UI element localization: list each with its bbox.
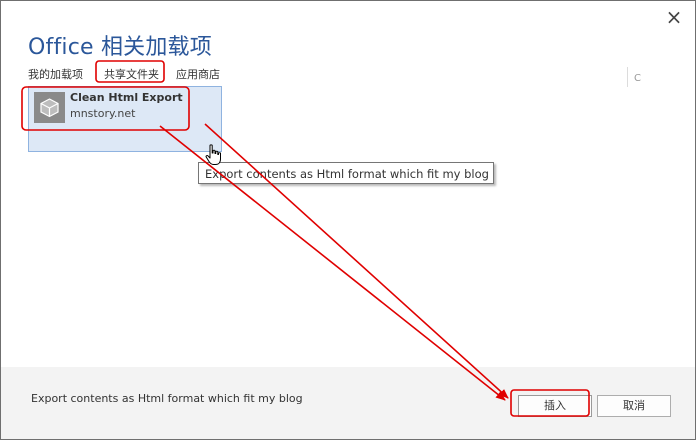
tab-shared-folder[interactable]: 共享文件夹 bbox=[104, 66, 159, 82]
addin-description: Export contents as Html format which fit… bbox=[31, 392, 303, 405]
addin-publisher: mnstory.net bbox=[70, 107, 136, 120]
close-icon[interactable]: × bbox=[664, 7, 684, 27]
office-addins-dialog: Office 相关加载项 × 我的加载项 共享文件夹 应用商店 C Clean … bbox=[0, 0, 696, 440]
sidebar-divider bbox=[627, 67, 628, 87]
addin-tile-clean-html-export[interactable]: Clean Html Export mnstory.net bbox=[28, 86, 222, 152]
add-in-package-icon bbox=[34, 92, 65, 123]
sidebar-fragment-text: C bbox=[634, 73, 641, 84]
addin-tooltip: Export contents as Html format which fit… bbox=[198, 162, 494, 184]
tab-store[interactable]: 应用商店 bbox=[176, 66, 220, 82]
footer-bar: Export contents as Html format which fit… bbox=[1, 367, 695, 439]
tab-my-addins[interactable]: 我的加载项 bbox=[28, 66, 83, 82]
cancel-button[interactable]: 取消 bbox=[597, 395, 671, 417]
hand-pointer-icon bbox=[205, 144, 221, 165]
dialog-title: Office 相关加载项 bbox=[28, 35, 212, 60]
addin-name: Clean Html Export bbox=[70, 91, 183, 104]
insert-button[interactable]: 插入 bbox=[518, 395, 592, 417]
